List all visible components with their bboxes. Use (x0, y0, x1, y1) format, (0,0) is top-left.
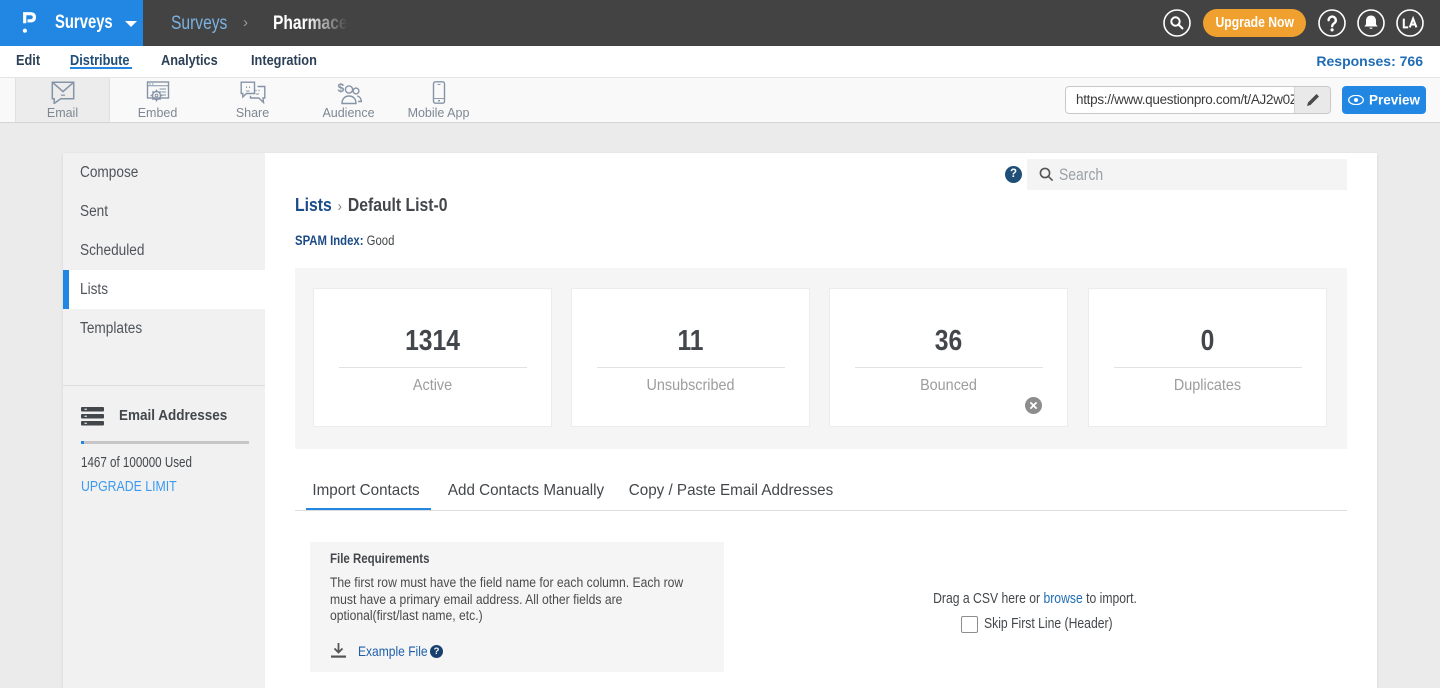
svg-text:$: $ (337, 81, 344, 95)
